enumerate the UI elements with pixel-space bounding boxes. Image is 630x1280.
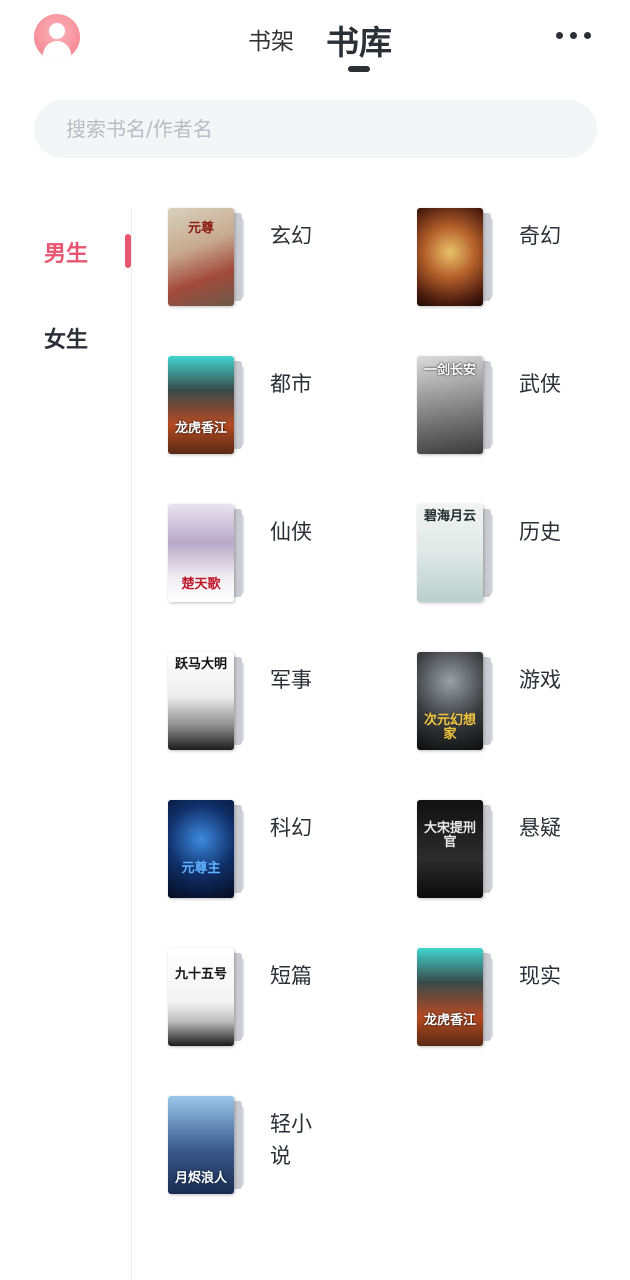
cover-title: 一剑长安 — [423, 363, 476, 378]
category-item-wuxia[interactable]: 一剑长安 武侠 — [417, 356, 630, 456]
category-item-qingxiaoshuo[interactable]: 月烬浪人 轻小说 — [168, 1096, 398, 1196]
cover-title: 碧海月云 — [423, 509, 476, 524]
cover-title: 楚天歌 — [181, 577, 221, 592]
tab-library[interactable]: 书库 — [326, 16, 392, 64]
category-label: 奇幻 — [519, 224, 561, 248]
book-cover: 元尊主 — [168, 800, 234, 898]
book-cover: 龙虎香江 — [417, 948, 483, 1046]
category-item-youxi[interactable]: 次元幻想家 游戏 — [417, 652, 630, 752]
cover-title: 龙虎香江 — [423, 1013, 476, 1028]
cover-stack: 跃马大明 — [168, 652, 248, 750]
category-item-qihuan[interactable]: 奇幻 — [417, 208, 630, 308]
category-label: 轻小说 — [270, 1112, 312, 1168]
active-tab-indicator — [348, 66, 370, 72]
category-label: 游戏 — [519, 668, 561, 692]
dot — [556, 32, 563, 39]
cover-title: 次元幻想家 — [423, 713, 476, 742]
category-label: 短篇 — [270, 964, 312, 988]
category-item-duanpian[interactable]: 九十五号 短篇 — [168, 948, 398, 1048]
cover-stack: 大宋提刑官 — [417, 800, 497, 898]
cover-title: 月烬浪人 — [174, 1171, 227, 1186]
book-cover: 龙虎香江 — [168, 356, 234, 454]
category-label: 玄幻 — [270, 224, 312, 248]
book-cover: 碧海月云 — [417, 504, 483, 602]
cover-stack — [417, 208, 497, 306]
book-cover: 一剑长安 — [417, 356, 483, 454]
cover-stack: 龙虎香江 — [168, 356, 248, 454]
book-cover — [417, 208, 483, 306]
dot — [584, 32, 591, 39]
cover-stack: 次元幻想家 — [417, 652, 497, 750]
tab-bookshelf[interactable]: 书架 — [248, 22, 294, 56]
book-cover: 次元幻想家 — [417, 652, 483, 750]
cover-stack: 碧海月云 — [417, 504, 497, 602]
sidebar-item-male[interactable]: 男生 — [44, 236, 88, 268]
search-bar[interactable] — [34, 100, 597, 158]
category-item-junshi[interactable]: 跃马大明 军事 — [168, 652, 398, 752]
category-item-dushi[interactable]: 龙虎香江 都市 — [168, 356, 398, 456]
cover-stack: 龙虎香江 — [417, 948, 497, 1046]
category-label: 军事 — [270, 668, 312, 692]
cover-title: 跃马大明 — [174, 657, 227, 672]
cover-stack: 一剑长安 — [417, 356, 497, 454]
cover-stack: 月烬浪人 — [168, 1096, 248, 1194]
category-item-xianxia[interactable]: 楚天歌 仙侠 — [168, 504, 398, 604]
cover-title: 元尊主 — [181, 861, 221, 876]
category-item-xuanyi[interactable]: 大宋提刑官 悬疑 — [417, 800, 630, 900]
book-cover: 楚天歌 — [168, 504, 234, 602]
gender-sidebar: 男生 女生 — [0, 208, 132, 1280]
book-cover: 跃马大明 — [168, 652, 234, 750]
book-cover: 月烬浪人 — [168, 1096, 234, 1194]
category-item-xianshi[interactable]: 龙虎香江 现实 — [417, 948, 630, 1048]
cover-title: 大宋提刑官 — [423, 821, 476, 850]
category-label: 仙侠 — [270, 520, 312, 544]
category-label: 现实 — [519, 964, 561, 988]
dot — [570, 32, 577, 39]
book-cover: 九十五号 — [168, 948, 234, 1046]
category-label: 科幻 — [270, 816, 312, 840]
category-label: 都市 — [270, 372, 312, 396]
more-dots-icon[interactable] — [556, 32, 591, 39]
book-cover: 大宋提刑官 — [417, 800, 483, 898]
sidebar-active-indicator — [125, 234, 131, 268]
cover-stack: 九十五号 — [168, 948, 248, 1046]
user-avatar-icon[interactable] — [34, 14, 80, 60]
category-label: 历史 — [519, 520, 561, 544]
avatar-head-shape — [49, 23, 65, 39]
book-cover: 元尊 — [168, 208, 234, 306]
category-item-kehuan[interactable]: 元尊主 科幻 — [168, 800, 398, 900]
sidebar-item-female[interactable]: 女生 — [44, 322, 88, 354]
cover-title: 九十五号 — [174, 967, 227, 982]
cover-stack: 元尊主 — [168, 800, 248, 898]
cover-stack: 元尊 — [168, 208, 248, 306]
category-item-lishi[interactable]: 碧海月云 历史 — [417, 504, 630, 604]
category-label: 武侠 — [519, 372, 561, 396]
cover-stack: 楚天歌 — [168, 504, 248, 602]
cover-title: 龙虎香江 — [174, 421, 227, 436]
cover-title: 元尊 — [187, 221, 214, 236]
category-label: 悬疑 — [519, 816, 561, 840]
avatar-body-shape — [43, 41, 71, 60]
category-item-xuanhuan[interactable]: 元尊 玄幻 — [168, 208, 398, 308]
search-input[interactable] — [66, 100, 566, 158]
